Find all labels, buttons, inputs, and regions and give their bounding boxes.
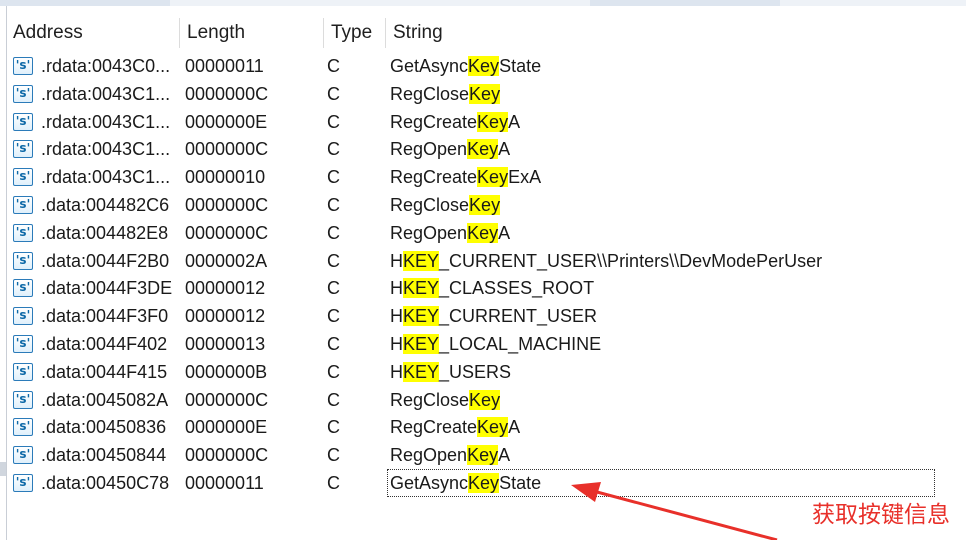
annotation-arrow-layer	[571, 482, 778, 540]
arrow-shaft	[596, 490, 778, 540]
annotation-label: 获取按键信息	[812, 502, 950, 528]
left-edge-marker	[0, 462, 6, 476]
annotation-arrow	[571, 482, 778, 540]
arrow-head	[571, 482, 601, 502]
strings-window: Address Length Type String 's' .rdata:004…	[6, 6, 966, 540]
